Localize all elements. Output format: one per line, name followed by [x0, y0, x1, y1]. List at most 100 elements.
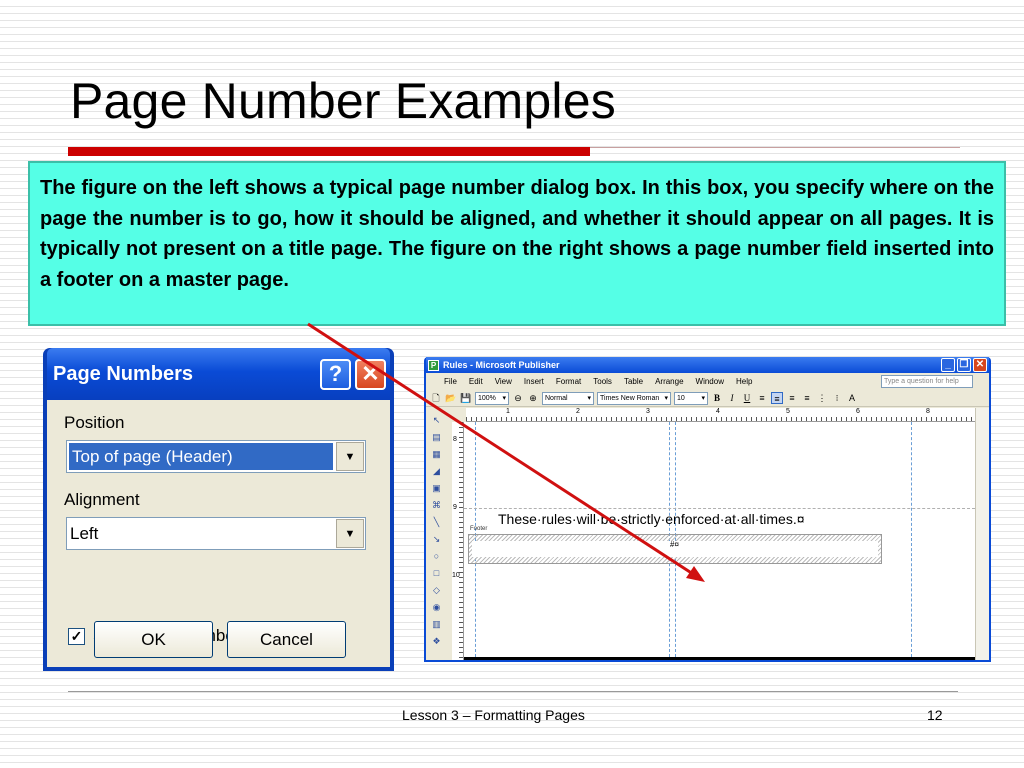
font-size-value: 10 [677, 394, 685, 402]
style-value: Normal [545, 394, 568, 402]
table-icon[interactable]: ▦ [430, 448, 443, 461]
publication-page[interactable]: These·rules·will·be·strictly·enforced·at… [464, 422, 975, 660]
chevron-down-icon: ▾ [664, 395, 668, 402]
dialog-titlebar[interactable]: Page Numbers ? ✕ [47, 348, 390, 400]
design-gallery-icon[interactable]: ❖ [430, 635, 443, 648]
margin-guide [911, 422, 912, 657]
chevron-down-icon: ▾ [502, 395, 506, 402]
slide-title: Page Number Examples [70, 73, 616, 129]
ruler-h-label: 3 [646, 408, 650, 415]
menu-file[interactable]: File [438, 377, 463, 386]
autoshapes-icon[interactable]: ◇ [430, 584, 443, 597]
open-folder-icon[interactable]: 📂 [445, 392, 457, 404]
align-left-icon[interactable]: ≡ [756, 392, 768, 404]
publisher-window: P Rules - Microsoft Publisher _ ❐ ✕ File… [424, 357, 991, 662]
footer-text-frame[interactable] [468, 534, 882, 564]
publisher-menubar: File Edit View Insert Format Tools Table… [426, 373, 989, 390]
numbering-icon[interactable]: ⋮ [816, 392, 828, 404]
cancel-button[interactable]: Cancel [227, 621, 346, 658]
arrow-icon[interactable]: ↘ [430, 533, 443, 546]
publisher-window-title: Rules - Microsoft Publisher [443, 360, 560, 370]
menu-format[interactable]: Format [550, 377, 587, 386]
checkmark-icon[interactable]: ✓ [68, 627, 85, 645]
ruler-h-label: 8 [926, 408, 930, 415]
align-center-icon[interactable]: ≡ [771, 392, 783, 404]
ruler-h-label: 6 [856, 408, 860, 415]
position-select-value: Top of page (Header) [69, 443, 333, 470]
font-select[interactable]: Times New Roman ▾ [597, 391, 671, 405]
zoom-value: 100% [478, 394, 496, 402]
chevron-down-icon: ▾ [701, 395, 705, 402]
alignment-select[interactable]: Left ▼ [66, 517, 366, 550]
menu-arrange[interactable]: Arrange [649, 377, 689, 386]
minimize-icon[interactable]: _ [941, 358, 955, 372]
help-search-input[interactable]: Type a question for help [881, 375, 973, 388]
wordart-icon[interactable]: ◢ [430, 465, 443, 478]
menu-help[interactable]: Help [730, 377, 758, 386]
underline-icon[interactable]: U [741, 392, 753, 404]
footer-label: Footer [470, 526, 488, 532]
menu-tools[interactable]: Tools [587, 377, 618, 386]
menu-window[interactable]: Window [690, 377, 730, 386]
ruler-h-label: 5 [786, 408, 790, 415]
position-select[interactable]: Top of page (Header) ▼ [66, 440, 366, 473]
rectangle-icon[interactable]: □ [430, 567, 443, 580]
footer-rule [68, 691, 958, 692]
chevron-down-icon[interactable]: ▼ [336, 519, 364, 548]
ruler-h-label: 1 [506, 408, 510, 415]
italic-icon[interactable]: I [726, 392, 738, 404]
publisher-app-icon: P [428, 359, 439, 371]
close-button[interactable]: ✕ [355, 358, 386, 390]
menu-table[interactable]: Table [618, 377, 649, 386]
horizontal-ruler[interactable]: 1 2 3 4 5 6 8 [466, 408, 975, 422]
menu-view[interactable]: View [489, 377, 518, 386]
new-document-icon[interactable]: 🗋 [430, 392, 442, 404]
slide-footer: Lesson 3 – Formatting Pages [402, 707, 585, 723]
zoom-out-icon[interactable]: ⊖ [512, 392, 524, 404]
hotspot-icon[interactable]: ◉ [430, 601, 443, 614]
align-right-icon[interactable]: ≡ [786, 392, 798, 404]
font-color-icon[interactable]: A [846, 392, 858, 404]
close-icon[interactable]: ✕ [973, 358, 987, 372]
dialog-title: Page Numbers [53, 362, 194, 385]
chevron-down-icon: ▾ [587, 395, 591, 402]
zoom-in-icon[interactable]: ⊕ [527, 392, 539, 404]
menu-insert[interactable]: Insert [518, 377, 550, 386]
publisher-toolbar: 🗋 📂 💾 100% ▾ ⊖ ⊕ Normal ▾ Times New Roman ▾… [426, 390, 989, 407]
clip-art-icon[interactable]: ⌘ [430, 499, 443, 512]
slide-number: 12 [927, 707, 943, 723]
vertical-scrollbar[interactable] [975, 408, 989, 660]
oval-icon[interactable]: ○ [430, 550, 443, 563]
chevron-down-icon[interactable]: ▼ [336, 442, 364, 471]
bullets-icon[interactable]: ⁝ [831, 392, 843, 404]
style-select[interactable]: Normal ▾ [542, 391, 594, 405]
line-icon[interactable]: ╲ [430, 516, 443, 529]
help-button[interactable]: ? [320, 358, 351, 390]
help-icon: ? [328, 361, 343, 386]
justify-icon[interactable]: ≡ [801, 392, 813, 404]
form-control-icon[interactable]: ▥ [430, 618, 443, 631]
text-box-icon[interactable]: ▤ [430, 431, 443, 444]
objects-toolbar: ↖ ▤ ▦ ◢ ▣ ⌘ ╲ ↘ ○ □ ◇ ◉ ▥ ❖ [428, 408, 445, 660]
ruler-v-label: 10 [452, 572, 460, 579]
ruler-h-label: 4 [716, 408, 720, 415]
ruler-h-label: 2 [576, 408, 580, 415]
close-icon: ✕ [361, 361, 380, 386]
select-pointer-icon[interactable]: ↖ [430, 414, 443, 427]
dialog-title-buttons: ? ✕ [320, 358, 386, 390]
save-icon[interactable]: 💾 [460, 392, 472, 404]
menu-edit[interactable]: Edit [463, 377, 489, 386]
ok-button[interactable]: OK [94, 621, 213, 658]
position-label: Position [64, 413, 125, 432]
picture-icon[interactable]: ▣ [430, 482, 443, 495]
font-size-select[interactable]: 10 ▾ [674, 391, 708, 405]
page-number-field[interactable]: #¤ [670, 540, 679, 549]
title-underline-accent [68, 147, 590, 156]
row-guide [464, 508, 975, 509]
document-text[interactable]: These·rules·will·be·strictly·enforced·at… [498, 511, 805, 527]
vertical-ruler[interactable]: 8 9 10 [452, 422, 464, 660]
bold-icon[interactable]: B [711, 392, 723, 404]
restore-icon[interactable]: ❐ [957, 358, 971, 372]
publisher-titlebar[interactable]: P Rules - Microsoft Publisher _ ❐ ✕ [426, 357, 989, 373]
zoom-select[interactable]: 100% ▾ [475, 391, 509, 405]
